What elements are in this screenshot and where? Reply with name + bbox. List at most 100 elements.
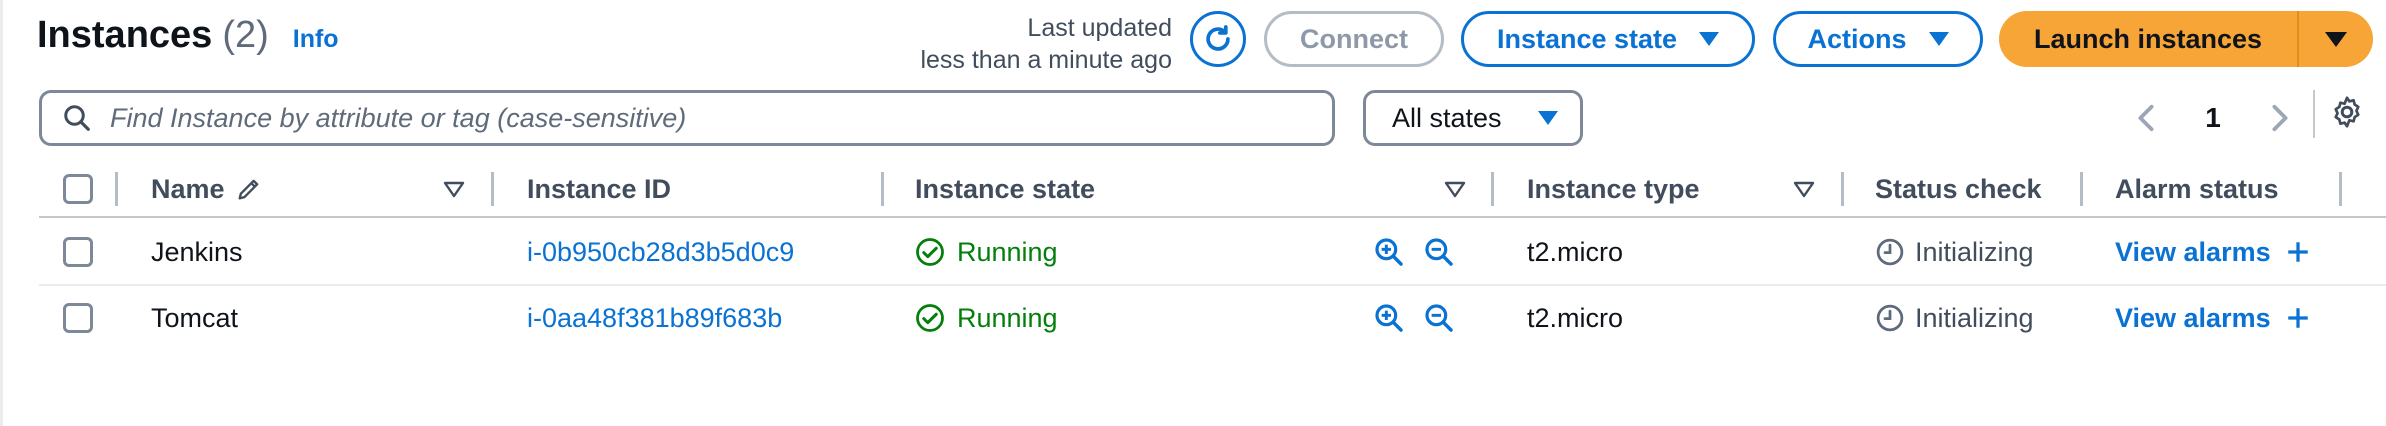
instance-state-label: Instance state [1496,23,1678,54]
row-checkbox[interactable] [63,237,93,267]
column-label-status-check: Status check [1875,173,2042,204]
view-alarms-link[interactable]: View alarms [2115,303,2311,334]
column-divider[interactable] [881,172,884,206]
launch-options-dropdown[interactable] [2299,11,2373,67]
instances-panel: Instances (2) Info Last updated less tha… [0,0,2386,426]
column-label-instance-id: Instance ID [527,173,672,204]
column-header-alarm-status[interactable]: Alarm status [2115,160,2279,218]
caret-down-icon [1538,111,1558,125]
instance-state-button[interactable]: Instance state [1461,11,1755,67]
instance-state-cell: Running [915,286,1058,350]
zoom-controls [1373,286,1455,350]
status-check-cell: Initializing [1875,220,2034,284]
status-check-label: Initializing [1915,302,2034,333]
sort-icon [1444,181,1466,198]
page-title-group: Instances (2) Info [37,14,339,57]
column-header-status-check[interactable]: Status check [1875,160,2042,218]
search-input[interactable]: Find Instance by attribute or tag (case-… [39,90,1335,146]
zoom-out-icon[interactable] [1423,302,1455,334]
column-divider[interactable] [1491,172,1494,206]
sort-instance-type-button[interactable] [1793,160,1815,218]
view-alarms-label: View alarms [2115,302,2271,333]
instance-type: t2.micro [1527,236,1624,267]
column-divider [115,172,118,206]
search-icon [64,105,90,131]
column-divider[interactable] [491,172,494,206]
column-divider[interactable] [2339,172,2342,206]
instance-id-link[interactable]: i-0aa48f381b89f683b [527,286,782,350]
actions-button[interactable]: Actions [1773,11,1983,67]
zoom-in-icon[interactable] [1373,236,1405,268]
launch-instances-split-button: Launch instances [1999,11,2373,67]
running-status: Running [915,237,1058,268]
gear-icon [2334,96,2360,128]
refresh-button[interactable] [1190,11,1246,67]
instance-name: Tomcat [151,302,239,333]
status-check-label: Initializing [1915,236,2034,267]
page-title: Instances [37,14,213,56]
column-header-instance-state[interactable]: Instance state [915,160,1095,218]
zoom-in-icon[interactable] [1373,302,1405,334]
pagination: 1 [2133,90,2293,146]
page-number[interactable]: 1 [2205,102,2221,134]
plus-icon [2287,308,2308,328]
header-divider [39,216,2386,218]
caret-down-icon [1928,32,1949,46]
connect-button[interactable]: Connect [1264,11,1444,67]
table-header: Name Instance ID Instance state Instance… [3,160,2386,218]
column-label-name: Name [151,173,225,204]
launch-instances-button[interactable]: Launch instances [1999,11,2299,67]
pencil-icon [238,179,258,200]
row-checkbox[interactable] [63,303,93,333]
running-label: Running [957,236,1058,267]
column-label-instance-type: Instance type [1527,173,1700,204]
status-check-cell: Initializing [1875,286,2034,350]
instance-type: t2.micro [1527,302,1624,333]
check-circle-icon [916,304,944,332]
alarm-status-cell: View alarms [2115,286,2311,350]
sort-icon [1793,181,1815,198]
running-status: Running [915,303,1058,334]
status-check: Initializing [1875,303,2034,334]
preferences-button[interactable] [2325,90,2369,134]
instance-count: (2) [222,14,269,56]
zoom-controls [1373,220,1455,284]
info-link[interactable]: Info [293,25,339,54]
pagination-divider [2313,90,2315,138]
sort-name-button[interactable] [443,160,465,218]
view-alarms-label: View alarms [2115,236,2271,267]
search-placeholder: Find Instance by attribute or tag (case-… [110,102,687,133]
column-label-alarm-status: Alarm status [2115,173,2279,204]
caret-down-icon [2325,31,2347,47]
last-updated-value: less than a minute ago [920,46,1172,74]
chevron-right-icon[interactable] [2267,103,2293,133]
status-check: Initializing [1875,237,2034,268]
alarm-status-cell: View alarms [2115,220,2311,284]
column-header-instance-type[interactable]: Instance type [1527,160,1700,218]
view-alarms-link[interactable]: View alarms [2115,237,2311,268]
state-filter-select[interactable]: All states [1363,90,1583,146]
column-header-name[interactable]: Name [151,160,263,218]
sort-icon [443,181,465,198]
plus-icon [2287,242,2308,262]
sort-instance-state-button[interactable] [1444,160,1466,218]
table-row[interactable]: Jenkins i-0b950cb28d3b5d0c9 Running t2.m… [3,220,2386,284]
refresh-icon [1206,25,1230,51]
row-select-cell [63,286,93,350]
zoom-out-icon[interactable] [1423,236,1455,268]
instance-state-cell: Running [915,220,1058,284]
state-filter-value: All states [1392,102,1502,133]
column-header-instance-id[interactable]: Instance ID [527,160,671,218]
column-divider[interactable] [1841,172,1844,206]
row-select-cell [63,220,93,284]
caret-down-icon [1699,32,1720,46]
instance-id-link[interactable]: i-0b950cb28d3b5d0c9 [527,220,794,284]
chevron-left-icon[interactable] [2133,103,2159,133]
select-all-checkbox[interactable] [63,174,93,204]
column-divider[interactable] [2080,172,2083,206]
instance-name: Jenkins [151,236,243,267]
actions-label: Actions [1807,23,1907,54]
table-row[interactable]: Tomcat i-0aa48f381b89f683b Running t2.mi… [3,286,2386,350]
select-all-cell [63,160,93,218]
running-label: Running [957,302,1058,333]
